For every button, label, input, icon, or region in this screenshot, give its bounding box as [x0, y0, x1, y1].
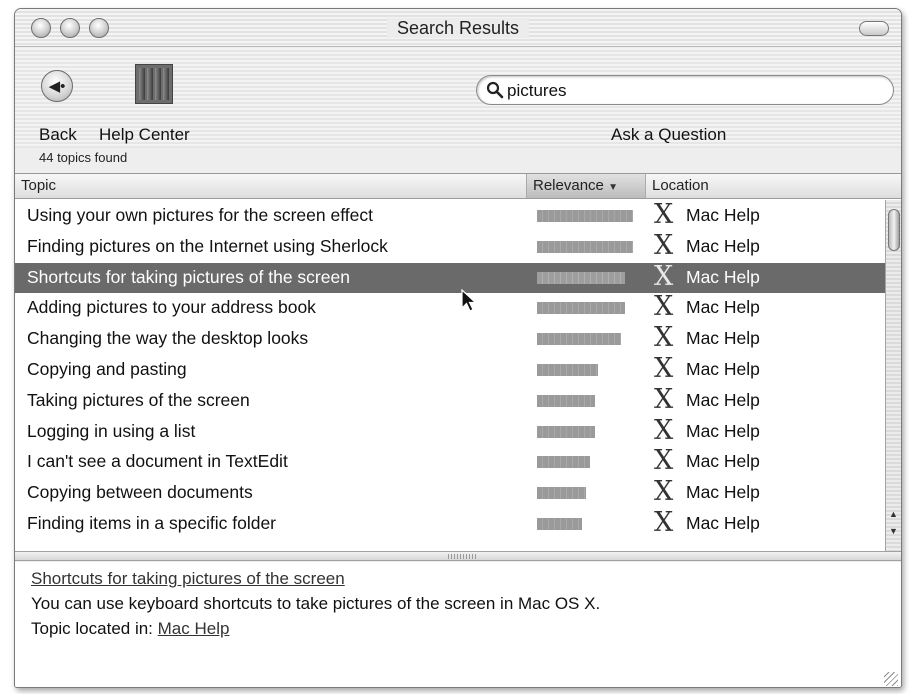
mac-os-x-icon: X	[654, 199, 674, 230]
topic-cell: Adding pictures to your address book	[27, 297, 316, 318]
table-row[interactable]: I can't see a document in TextEdit X Mac H…	[15, 445, 887, 478]
location-cell: Mac Help	[686, 266, 760, 287]
detail-description: You can use keyboard shortcuts to take p…	[31, 594, 601, 613]
table-row[interactable]: Taking pictures of the screen X Mac Help	[15, 383, 887, 417]
location-cell: Mac Help	[686, 358, 760, 379]
location-cell: Mac Help	[686, 205, 760, 225]
topic-cell: Changing the way the desktop looks	[27, 328, 309, 349]
back-button[interactable]: ◀•	[41, 70, 73, 102]
scrollbar-thumb[interactable]	[888, 209, 900, 251]
results-table: Topic Relevance ▼ Location Using your ow…	[15, 173, 901, 552]
sort-descending-icon: ▼	[608, 182, 618, 193]
topic-detail-pane: Shortcuts for taking pictures of the scr…	[15, 562, 901, 687]
relevance-bar	[537, 210, 633, 222]
table-header: Topic Relevance ▼ Location	[15, 174, 901, 199]
detail-topic-link[interactable]: Shortcuts for taking pictures of the scr…	[31, 569, 345, 589]
location-cell: Mac Help	[686, 297, 760, 318]
table-row[interactable]: Shortcuts for taking pictures of the scr…	[15, 260, 887, 294]
mac-os-x-icon: X	[654, 383, 674, 415]
mac-os-x-icon: X	[654, 506, 674, 538]
relevance-bar	[537, 271, 625, 284]
topic-cell: Logging in using a list	[27, 420, 196, 441]
mac-os-x-icon: X	[654, 445, 674, 477]
resize-grip-icon[interactable]	[884, 672, 898, 686]
topics-found-count: 44 topics found	[39, 150, 128, 165]
location-cell: Mac Help	[686, 420, 760, 441]
relevance-bar	[537, 363, 598, 376]
toolbar-toggle-button[interactable]	[859, 21, 889, 36]
mac-os-x-icon: X	[654, 476, 674, 508]
topic-cell: Using your own pictures for the screen e…	[27, 205, 373, 225]
scroll-up-arrow-icon[interactable]: ▲	[889, 509, 898, 519]
detail-location-link[interactable]: Mac Help	[158, 619, 230, 638]
title-bar[interactable]: Search Results	[15, 9, 901, 47]
pane-splitter[interactable]	[15, 551, 901, 561]
detail-location-prefix: Topic located in:	[31, 619, 153, 638]
window-title: Search Results	[15, 18, 901, 39]
relevance-bar	[537, 487, 586, 500]
relevance-bar	[537, 425, 595, 438]
table-row[interactable]: Finding pictures on the Internet using S…	[15, 229, 887, 263]
vertical-scrollbar[interactable]: ▲ ▼	[885, 200, 901, 552]
relevance-bar	[537, 302, 625, 315]
mac-os-x-icon: X	[654, 229, 674, 261]
column-header-location[interactable]: Location	[646, 174, 886, 198]
search-input[interactable]	[507, 80, 867, 102]
mac-os-x-icon: X	[654, 260, 674, 292]
help-center-button[interactable]	[135, 64, 173, 104]
topic-cell: Copying between documents	[27, 482, 253, 503]
table-row[interactable]: Changing the way the desktop looks X Mac H…	[15, 322, 887, 355]
column-header-relevance[interactable]: Relevance ▼	[527, 174, 646, 198]
mac-os-x-icon: X	[654, 414, 674, 446]
column-header-topic[interactable]: Topic	[15, 174, 527, 198]
topic-cell: Finding items in a specific folder	[27, 512, 276, 533]
mac-os-x-icon: X	[654, 352, 674, 384]
relevance-bar	[537, 456, 590, 469]
scroll-down-arrow-icon[interactable]: ▼	[889, 526, 898, 536]
back-label[interactable]: Back	[39, 125, 77, 145]
back-icon: ◀•	[48, 78, 66, 95]
table-row[interactable]: Copying between documents X Mac Help	[15, 476, 887, 509]
ask-a-question-label[interactable]: Ask a Question	[611, 125, 726, 145]
table-row[interactable]: Copying and pasting X Mac Help	[15, 352, 887, 386]
location-cell: Mac Help	[686, 512, 760, 533]
location-cell: Mac Help	[686, 235, 760, 256]
topic-cell: Finding pictures on the Internet using S…	[27, 235, 388, 256]
relevance-header-label: Relevance	[533, 177, 604, 194]
table-row[interactable]: Adding pictures to your address book X Mac…	[15, 291, 887, 324]
relevance-bar	[537, 240, 633, 253]
mouse-pointer-icon	[461, 289, 478, 312]
topic-cell: Taking pictures of the screen	[27, 389, 250, 410]
book-icon	[139, 68, 145, 100]
mac-os-x-icon: X	[654, 322, 674, 354]
help-viewer-window: Search Results ◀• Back Help Center Ask a…	[14, 8, 902, 688]
table-row[interactable]: Finding items in a specific folder X Mac H…	[15, 506, 887, 540]
table-row[interactable]: Logging in using a list X Mac Help	[15, 414, 887, 448]
search-icon	[486, 81, 504, 99]
splitter-grip-icon	[448, 554, 478, 559]
relevance-bar	[537, 333, 621, 346]
location-cell: Mac Help	[686, 482, 760, 503]
location-cell: Mac Help	[686, 451, 760, 472]
toolbar: ◀• Back Help Center Ask a Question	[15, 48, 901, 148]
mac-os-x-icon: X	[654, 291, 674, 323]
relevance-bar	[537, 394, 595, 407]
location-cell: Mac Help	[686, 389, 760, 410]
search-field[interactable]	[476, 75, 894, 105]
location-cell: Mac Help	[686, 328, 760, 349]
relevance-bar	[537, 517, 582, 530]
topic-cell: Shortcuts for taking pictures of the scr…	[27, 266, 350, 287]
topic-cell: Copying and pasting	[27, 358, 187, 379]
topic-cell: I can't see a document in TextEdit	[27, 451, 288, 472]
table-row[interactable]: Using your own pictures for the screen e…	[15, 199, 887, 232]
detail-location: Topic located in: Mac Help	[31, 619, 229, 639]
help-center-label[interactable]: Help Center	[99, 125, 190, 145]
results-rows: Using your own pictures for the screen e…	[15, 199, 887, 540]
